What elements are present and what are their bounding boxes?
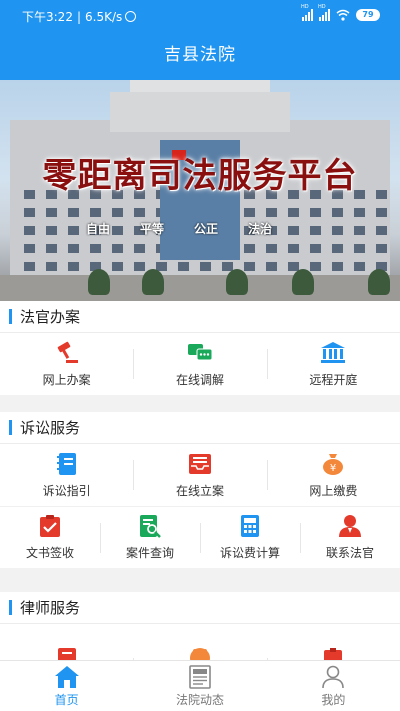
- lawyer-section: 律师服务: [0, 592, 400, 660]
- fee-calculator-button[interactable]: 诉讼费计算: [200, 507, 300, 568]
- clipboard-icon: [324, 648, 343, 660]
- online-filing-button[interactable]: 在线立案: [133, 444, 266, 506]
- litigation-section: 诉讼服务 诉讼指引 在线立案 ¥ 网上缴费 文书签收 案件查询 诉讼费计算 联系…: [0, 412, 400, 568]
- bottom-nav: 首页 法院动态 我的: [0, 660, 400, 711]
- section-title: 诉讼服务: [20, 419, 81, 437]
- case-query-button[interactable]: 案件查询: [100, 507, 200, 568]
- online-mediation-label: 在线调解: [175, 372, 224, 387]
- case-query-label: 案件查询: [125, 546, 174, 560]
- contact-judge-button[interactable]: 联系法官: [300, 507, 400, 568]
- judge-grid: 网上办案 在线调解 远程开庭: [0, 333, 400, 395]
- banner-values: 自由 平等 公正 法治: [86, 220, 272, 237]
- signal-label: HD: [301, 4, 309, 10]
- hero-banner[interactable]: 零距离司法服务平台 自由 平等 公正 法治: [0, 80, 400, 301]
- online-filing-label: 在线立案: [175, 483, 224, 498]
- section-accent: [9, 600, 12, 615]
- remote-hearing-button[interactable]: 远程开庭: [266, 333, 400, 395]
- user-icon: [322, 665, 345, 689]
- litigation-grid: 诉讼指引 在线立案 ¥ 网上缴费: [0, 444, 400, 506]
- document-receipt-button[interactable]: 文书签收: [0, 507, 100, 568]
- section-title: 律师服务: [20, 599, 81, 617]
- contact-judge-label: 联系法官: [325, 546, 374, 560]
- banner-slogan: 零距离司法服务平台: [42, 156, 358, 196]
- money-bag-icon: ¥: [323, 453, 344, 475]
- status-right: HD HD 79: [301, 4, 380, 22]
- signal-icon: HD: [301, 4, 313, 21]
- inbox-icon: [188, 453, 211, 474]
- wifi-icon: [336, 9, 350, 21]
- litigation-guide-label: 诉讼指引: [42, 483, 91, 498]
- nav-home[interactable]: 首页: [0, 661, 133, 711]
- status-left: 下午3:22 | 6.5K/s: [22, 8, 137, 25]
- judge-icon: [339, 515, 361, 537]
- nav-profile-label: 我的: [321, 693, 346, 707]
- news-icon: [189, 665, 211, 689]
- online-case-label: 网上办案: [42, 372, 91, 387]
- section-header: 律师服务: [0, 592, 400, 624]
- lawyer-item-button[interactable]: [266, 642, 400, 660]
- fee-calculator-label: 诉讼费计算: [219, 546, 280, 560]
- battery-icon: 79: [356, 9, 380, 21]
- section-title: 法官办案: [20, 308, 81, 326]
- signal-icon-2: HD: [318, 4, 330, 21]
- online-payment-button[interactable]: ¥ 网上缴费: [266, 444, 400, 506]
- tree-icon: [88, 269, 110, 295]
- calculator-icon: [241, 515, 259, 537]
- lawyer-item-button[interactable]: [0, 642, 133, 660]
- banner-value: 公正: [194, 222, 219, 236]
- clipboard-check-icon: [40, 515, 60, 537]
- home-icon: [54, 666, 79, 688]
- online-mediation-button[interactable]: 在线调解: [133, 333, 266, 395]
- status-bar: 下午3:22 | 6.5K/s HD HD 79: [0, 0, 400, 30]
- section-header: 诉讼服务: [0, 412, 400, 444]
- nav-profile[interactable]: 我的: [267, 661, 400, 711]
- litigation-grid-2: 文书签收 案件查询 诉讼费计算 联系法官: [0, 506, 400, 568]
- banner-building-tower: [110, 92, 290, 132]
- judge-section: 法官办案 网上办案 在线调解 远程开庭: [0, 301, 400, 395]
- gavel-icon: [57, 341, 78, 363]
- nav-court-news[interactable]: 法院动态: [133, 661, 266, 711]
- status-speed: 6.5K/s: [85, 10, 123, 24]
- section-header: 法官办案: [0, 301, 400, 333]
- section-accent: [9, 309, 12, 324]
- tree-icon: [226, 269, 248, 295]
- document-receipt-label: 文书签收: [25, 546, 74, 560]
- remote-hearing-label: 远程开庭: [309, 372, 358, 387]
- app-screen: 下午3:22 | 6.5K/s HD HD 79 吉县法院 零距离司法服务平台 …: [0, 0, 400, 711]
- litigation-guide-button[interactable]: 诉讼指引: [0, 444, 133, 506]
- banner-ground: [0, 275, 400, 301]
- signal-label-2: HD: [318, 4, 326, 10]
- online-case-button[interactable]: 网上办案: [0, 333, 133, 395]
- svg-text:¥: ¥: [330, 463, 336, 474]
- top-bar: 下午3:22 | 6.5K/s HD HD 79 吉县法院: [0, 0, 400, 80]
- banner-value: 平等: [140, 222, 165, 236]
- document-icon: [57, 648, 76, 660]
- status-separator: |: [76, 10, 81, 24]
- document-search-icon: [140, 515, 161, 538]
- courthouse-icon: [321, 341, 346, 363]
- chat-icon: [187, 343, 213, 360]
- tree-icon: [292, 269, 314, 295]
- page-title: 吉县法院: [164, 45, 236, 65]
- alarm-icon: [125, 11, 137, 22]
- badge-icon: [189, 648, 210, 660]
- banner-value: 自由: [86, 222, 111, 236]
- banner-value: 法治: [248, 222, 273, 236]
- lawyer-grid: [0, 624, 400, 660]
- section-accent: [9, 420, 12, 435]
- nav-court-news-label: 法院动态: [175, 693, 224, 707]
- tree-icon: [142, 269, 164, 295]
- status-time: 下午3:22: [22, 10, 73, 24]
- tree-icon: [368, 269, 390, 295]
- online-payment-label: 网上缴费: [309, 483, 358, 498]
- nav-home-label: 首页: [54, 693, 79, 707]
- lawyer-item-button[interactable]: [133, 642, 266, 660]
- notebook-icon: [56, 452, 76, 475]
